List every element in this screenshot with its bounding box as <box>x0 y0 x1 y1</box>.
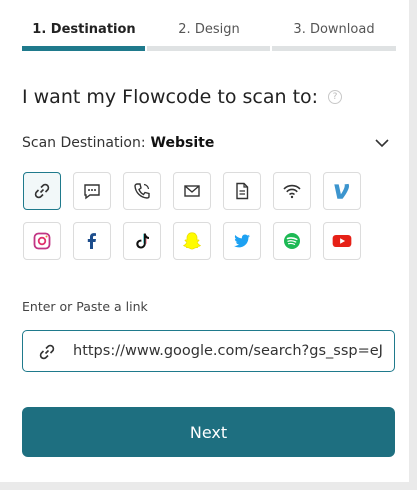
destination-dropdown[interactable]: Scan Destination: Website <box>22 133 392 153</box>
wifi-icon <box>283 184 301 199</box>
step-destination[interactable]: 1. Destination <box>22 22 146 37</box>
link-icon <box>39 344 55 360</box>
link-icon <box>34 183 50 199</box>
link-option-button[interactable] <box>23 172 61 210</box>
link-input-box[interactable] <box>22 330 395 372</box>
spotify-icon <box>284 233 300 249</box>
venmo-icon <box>334 183 350 199</box>
step-design[interactable]: 2. Design <box>147 22 271 37</box>
youtube-icon <box>332 234 352 248</box>
youtube-option-button[interactable] <box>323 222 361 260</box>
venmo-option-button[interactable] <box>323 172 361 210</box>
document-icon <box>236 182 249 200</box>
chevron-down-icon[interactable] <box>372 133 392 153</box>
snapchat-option-button[interactable] <box>173 222 211 260</box>
instagram-option-button[interactable] <box>23 222 61 260</box>
twitter-icon <box>234 234 250 248</box>
tiktok-icon <box>136 233 149 249</box>
step-destination-bar <box>22 46 145 51</box>
flowcode-card: 1. Destination 2. Design 3. Download I w… <box>0 0 409 482</box>
page-title: I want my Flowcode to scan to: ? <box>22 86 343 108</box>
step-download-bar <box>272 46 396 51</box>
destination-label: Scan Destination: <box>22 135 146 151</box>
phone-option-button[interactable] <box>123 172 161 210</box>
snapchat-icon <box>183 232 201 250</box>
email-option-button[interactable] <box>173 172 211 210</box>
link-input-label: Enter or Paste a link <box>22 299 148 314</box>
destination-value: Website <box>150 135 215 151</box>
sms-icon <box>84 184 100 200</box>
email-icon <box>184 185 200 197</box>
next-button[interactable]: Next <box>22 407 395 457</box>
link-input[interactable] <box>73 331 391 370</box>
document-option-button[interactable] <box>223 172 261 210</box>
spotify-option-button[interactable] <box>273 222 311 260</box>
facebook-option-button[interactable] <box>73 222 111 260</box>
phone-icon <box>134 183 150 199</box>
instagram-icon <box>33 232 51 250</box>
step-download[interactable]: 3. Download <box>272 22 396 37</box>
sms-option-button[interactable] <box>73 172 111 210</box>
progress-steps: 1. Destination 2. Design 3. Download <box>22 0 396 52</box>
wifi-option-button[interactable] <box>273 172 311 210</box>
twitter-option-button[interactable] <box>223 222 261 260</box>
step-design-bar <box>147 46 270 51</box>
facebook-icon <box>87 233 96 249</box>
tiktok-option-button[interactable] <box>123 222 161 260</box>
help-icon[interactable]: ? <box>328 90 343 104</box>
heading-text: I want my Flowcode to scan to: <box>22 86 319 108</box>
